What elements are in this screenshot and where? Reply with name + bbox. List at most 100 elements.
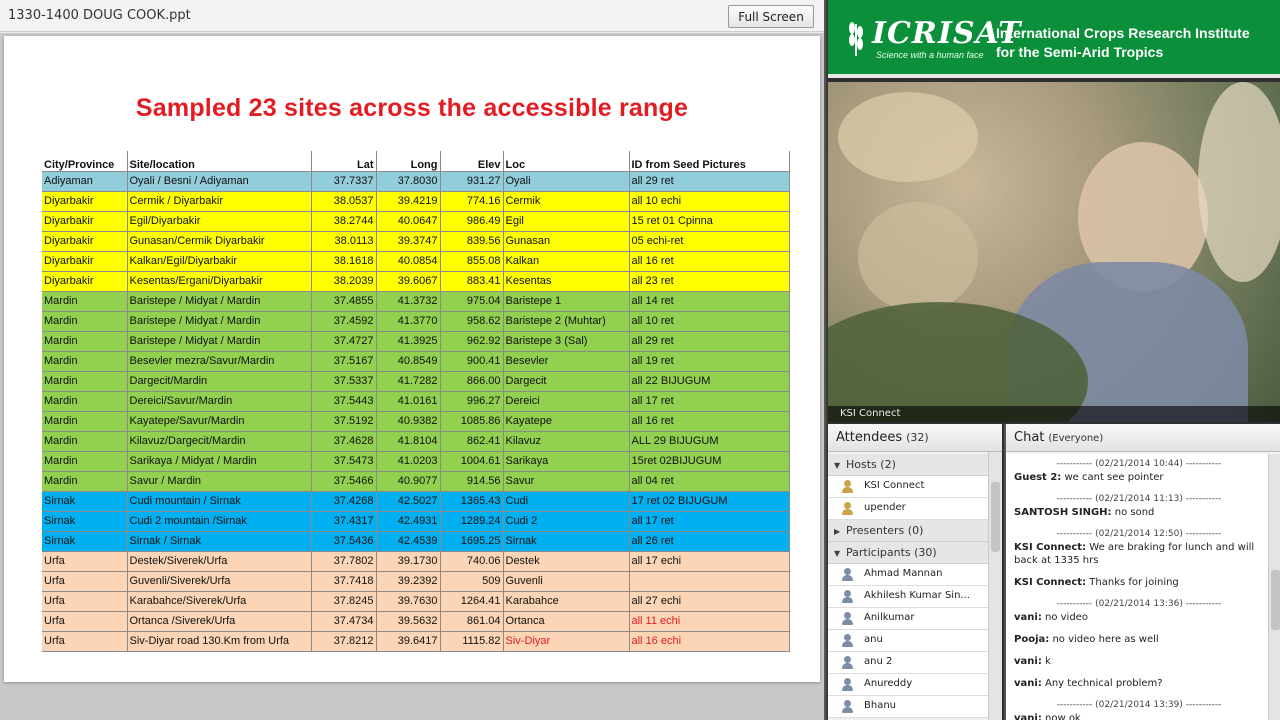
cell-id: ALL 29 BIJUGUM xyxy=(629,431,790,452)
cell-loc: Kilavuz xyxy=(503,431,630,452)
icrisat-banner: ICRISAT Science with a human face Intern… xyxy=(828,0,1280,78)
cell-elev: 861.04 xyxy=(440,611,504,632)
cell-site: Baristepe / Midyat / Mardin xyxy=(127,311,312,332)
cell-loc: Cudi 2 xyxy=(503,511,630,532)
cell-id: 15 ret 01 Cpinna xyxy=(629,211,790,232)
attendees-scrollbar[interactable] xyxy=(988,452,1002,720)
header-province: City/Province xyxy=(42,151,128,172)
attendee-name: Bhanu xyxy=(864,700,897,711)
cell-loc: Savur xyxy=(503,471,630,492)
cell-province: Urfa xyxy=(42,591,128,612)
cell-site: Baristepe / Midyat / Mardin xyxy=(127,331,312,352)
cell-loc: Dargecit xyxy=(503,371,630,392)
cell-long: 40.8549 xyxy=(376,351,441,372)
cell-long: 39.6417 xyxy=(376,631,441,652)
cell-elev: 1695.25 xyxy=(440,531,504,552)
cell-long: 41.3732 xyxy=(376,291,441,312)
cell-lat: 37.5192 xyxy=(311,411,377,432)
cell-province: Mardin xyxy=(42,371,128,392)
table-row: Mardin Kilavuz/Dargecit/Mardin 37.4628 41.8… xyxy=(42,431,790,452)
attendees-scroll-thumb[interactable] xyxy=(991,482,1000,552)
expand-right-icon: ▶ xyxy=(834,527,841,536)
share-pod: 1330-1400 DOUG COOK.ppt Full Screen Samp… xyxy=(0,0,826,720)
chat-scroll-thumb[interactable] xyxy=(1271,570,1280,630)
wheat-icon xyxy=(849,22,863,56)
cell-province: Mardin xyxy=(42,311,128,332)
chat-message: Guest 2: we cant see pointer xyxy=(1014,471,1264,484)
cell-id: all 17 echi xyxy=(629,551,790,572)
cell-loc: Besevler xyxy=(503,351,630,372)
cell-site: Siv-Diyar road 130.Km from Urfa xyxy=(127,631,312,652)
table-row: Mardin Baristepe / Midyat / Mardin 37.4592… xyxy=(42,311,790,332)
cell-lat: 37.7337 xyxy=(311,171,377,192)
chat-text: no video here as well xyxy=(1052,634,1159,645)
attendee-name: Akhilesh Kumar Sin... xyxy=(864,590,970,601)
chat-scope[interactable]: (Everyone) xyxy=(1048,433,1103,444)
full-screen-button[interactable]: Full Screen xyxy=(728,5,814,28)
chat-timestamp: ----------- (02/21/2014 13:36) ---------… xyxy=(1056,599,1222,609)
attendee-row[interactable]: anu xyxy=(828,630,988,652)
banner-text: International Crops Research Institute f… xyxy=(996,24,1250,62)
cell-loc: Kalkan xyxy=(503,251,630,272)
sites-table: City/Province Site/location Lat Long Ele… xyxy=(42,151,790,652)
attendee-row[interactable]: Bhanu xyxy=(828,696,988,718)
slide: Sampled 23 sites across the accessible r… xyxy=(4,36,820,682)
attendee-row[interactable]: Anureddy xyxy=(828,674,988,696)
attendee-row[interactable]: Anilkumar xyxy=(828,608,988,630)
header-site: Site/location xyxy=(127,151,312,172)
cell-id: all 29 ret xyxy=(629,331,790,352)
cell-id: all 16 echi xyxy=(629,631,790,652)
cell-site: Sarikaya / Midyat / Mardin xyxy=(127,451,312,472)
chat-scrollbar[interactable] xyxy=(1268,454,1280,720)
cell-site: Gunasan/Cermik Diyarbakir xyxy=(127,231,312,252)
table-row: Diyarbakir Kesentas/Ergani/Diyarbakir 38.2… xyxy=(42,271,790,292)
cell-id: all 14 ret xyxy=(629,291,790,312)
cell-lat: 37.5443 xyxy=(311,391,377,412)
attendee-row[interactable]: Akhilesh Kumar Sin... xyxy=(828,586,988,608)
presenters-section[interactable]: ▶ Presenters (0) xyxy=(828,520,988,542)
cell-id: all 27 echi xyxy=(629,591,790,612)
cell-lat: 37.5436 xyxy=(311,531,377,552)
participants-label: Participants (30) xyxy=(846,546,937,559)
cell-lat: 37.7802 xyxy=(311,551,377,572)
cell-long: 40.9382 xyxy=(376,411,441,432)
attendee-row[interactable]: upender xyxy=(828,498,988,520)
chat-pod: Chat (Everyone) ----------- (02/21/2014 1… xyxy=(1004,424,1280,720)
cell-elev: 996.27 xyxy=(440,391,504,412)
cell-lat: 37.4317 xyxy=(311,511,377,532)
table-row: Urfa Destek/Siverek/Urfa 37.7802 39.1730 740… xyxy=(42,551,790,572)
cell-loc: Sirnak xyxy=(503,531,630,552)
cell-elev: 866.00 xyxy=(440,371,504,392)
cell-province: Urfa xyxy=(42,551,128,572)
cell-elev: 914.56 xyxy=(440,471,504,492)
expand-down-icon: ▼ xyxy=(834,549,841,558)
attendee-row[interactable]: anu 2 xyxy=(828,652,988,674)
cell-loc: Baristepe 2 (Muhtar) xyxy=(503,311,630,332)
cell-loc: Gunasan xyxy=(503,231,630,252)
table-row: Sirnak Sirnak / Sirnak 37.5436 42.4539 1695.… xyxy=(42,531,790,552)
table-row: Sirnak Cudi mountain / Sirnak 37.4268 42.50… xyxy=(42,491,790,512)
chat-sender: vani: xyxy=(1014,713,1042,720)
chat-sender: vani: xyxy=(1014,678,1042,689)
chat-sender: vani: xyxy=(1014,612,1042,623)
participants-section[interactable]: ▼ Participants (30) xyxy=(828,542,988,564)
attendee-row[interactable]: Ahmad Mannan xyxy=(828,564,988,586)
cell-site: Kilavuz/Dargecit/Mardin xyxy=(127,431,312,452)
cell-province: Sirnak xyxy=(42,491,128,512)
participant-icon xyxy=(840,678,854,692)
meeting-window: 1330-1400 DOUG COOK.ppt Full Screen Samp… xyxy=(0,0,1280,720)
cell-province: Diyarbakir xyxy=(42,251,128,272)
attendee-row[interactable]: KSI Connect xyxy=(828,476,988,498)
cell-site: Guvenli/Siverek/Urfa xyxy=(127,571,312,592)
video-bg-blob xyxy=(1198,82,1280,282)
attendees-header: Attendees (32) xyxy=(828,424,1002,452)
chat-timestamp: ----------- (02/21/2014 12:50) ---------… xyxy=(1056,529,1222,539)
cell-id: all 10 echi xyxy=(629,191,790,212)
attendee-name: Anureddy xyxy=(864,678,913,689)
cell-province: Adiyaman xyxy=(42,171,128,192)
chat-sender: vani: xyxy=(1014,656,1042,667)
cell-loc: Kesentas xyxy=(503,271,630,292)
banner-line-1: International Crops Research Institute xyxy=(996,25,1250,41)
hosts-section[interactable]: ▼ Hosts (2) xyxy=(828,454,988,476)
slide-title: Sampled 23 sites across the accessible r… xyxy=(135,94,689,122)
